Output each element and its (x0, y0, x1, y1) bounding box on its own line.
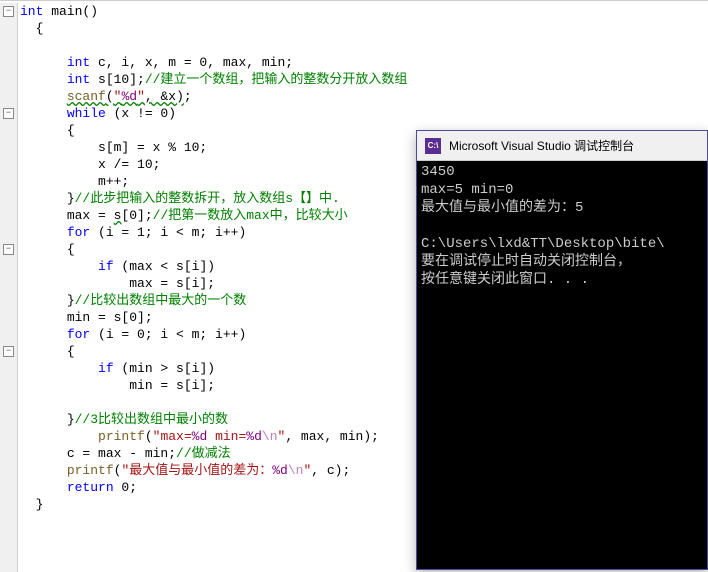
code-line[interactable]: { (20, 20, 407, 37)
console-titlebar[interactable]: C:\ Microsoft Visual Studio 调试控制台 (417, 131, 707, 161)
code-line[interactable]: int main() (20, 3, 407, 20)
code-line[interactable]: printf("max=%d min=%d\n", max, min); (20, 428, 407, 445)
code-line[interactable]: m++; (20, 173, 407, 190)
code-line[interactable]: x /= 10; (20, 156, 407, 173)
code-line[interactable]: printf("最大值与最小值的差为：%d\n", c); (20, 462, 407, 479)
code-line[interactable]: }//此步把输入的整数拆开，放入数组s【】中. (20, 190, 407, 207)
code-line[interactable]: max = s[0];//把第一数放入max中，比较大小 (20, 207, 407, 224)
code-line[interactable]: for (i = 0; i < m; i++) (20, 326, 407, 343)
code-line[interactable]: while (x != 0) (20, 105, 407, 122)
code-line[interactable]: } (20, 496, 407, 513)
console-title-text: Microsoft Visual Studio 调试控制台 (449, 137, 634, 154)
code-line[interactable]: if (min > s[i]) (20, 360, 407, 377)
code-line[interactable]: int s[10];//建立一个数组，把输入的整数分开放入数组 (20, 71, 407, 88)
console-line: 最大值与最小值的差为：5 (421, 199, 703, 217)
debug-console-window[interactable]: C:\ Microsoft Visual Studio 调试控制台 3450ma… (416, 130, 708, 570)
code-line[interactable] (20, 394, 407, 411)
console-line: C:\Users\lxd&TT\Desktop\bite\ (421, 235, 703, 253)
editor-gutter: − − − − (0, 3, 18, 572)
fold-marker[interactable]: − (3, 346, 14, 357)
code-line[interactable]: c = max - min;//做减法 (20, 445, 407, 462)
code-line[interactable]: if (max < s[i]) (20, 258, 407, 275)
code-line[interactable]: max = s[i]; (20, 275, 407, 292)
code-line[interactable]: }//比较出数组中最大的一个数 (20, 292, 407, 309)
code-line[interactable]: { (20, 343, 407, 360)
vs-icon: C:\ (425, 138, 441, 154)
code-area[interactable]: int main() { int c, i, x, m = 0, max, mi… (20, 3, 407, 513)
code-line[interactable]: min = s[i]; (20, 377, 407, 394)
fold-marker[interactable]: − (3, 244, 14, 255)
console-line (421, 217, 703, 235)
fold-marker[interactable]: − (3, 108, 14, 119)
console-line: 3450 (421, 163, 703, 181)
code-line[interactable]: return 0; (20, 479, 407, 496)
code-line[interactable] (20, 37, 407, 54)
code-line[interactable]: min = s[0]; (20, 309, 407, 326)
code-line[interactable]: scanf("%d", &x); (20, 88, 407, 105)
code-line[interactable]: for (i = 1; i < m; i++) (20, 224, 407, 241)
console-output[interactable]: 3450max=5 min=0最大值与最小值的差为：5 C:\Users\lxd… (417, 161, 707, 291)
console-line: max=5 min=0 (421, 181, 703, 199)
console-line: 要在调试停止时自动关闭控制台， (421, 253, 703, 271)
code-line[interactable]: int c, i, x, m = 0, max, min; (20, 54, 407, 71)
code-line[interactable]: { (20, 122, 407, 139)
code-line[interactable]: }//3比较出数组中最小的数 (20, 411, 407, 428)
code-line[interactable]: s[m] = x % 10; (20, 139, 407, 156)
console-line: 按任意键关闭此窗口. . . (421, 271, 703, 289)
code-line[interactable]: { (20, 241, 407, 258)
fold-marker[interactable]: − (3, 6, 14, 17)
